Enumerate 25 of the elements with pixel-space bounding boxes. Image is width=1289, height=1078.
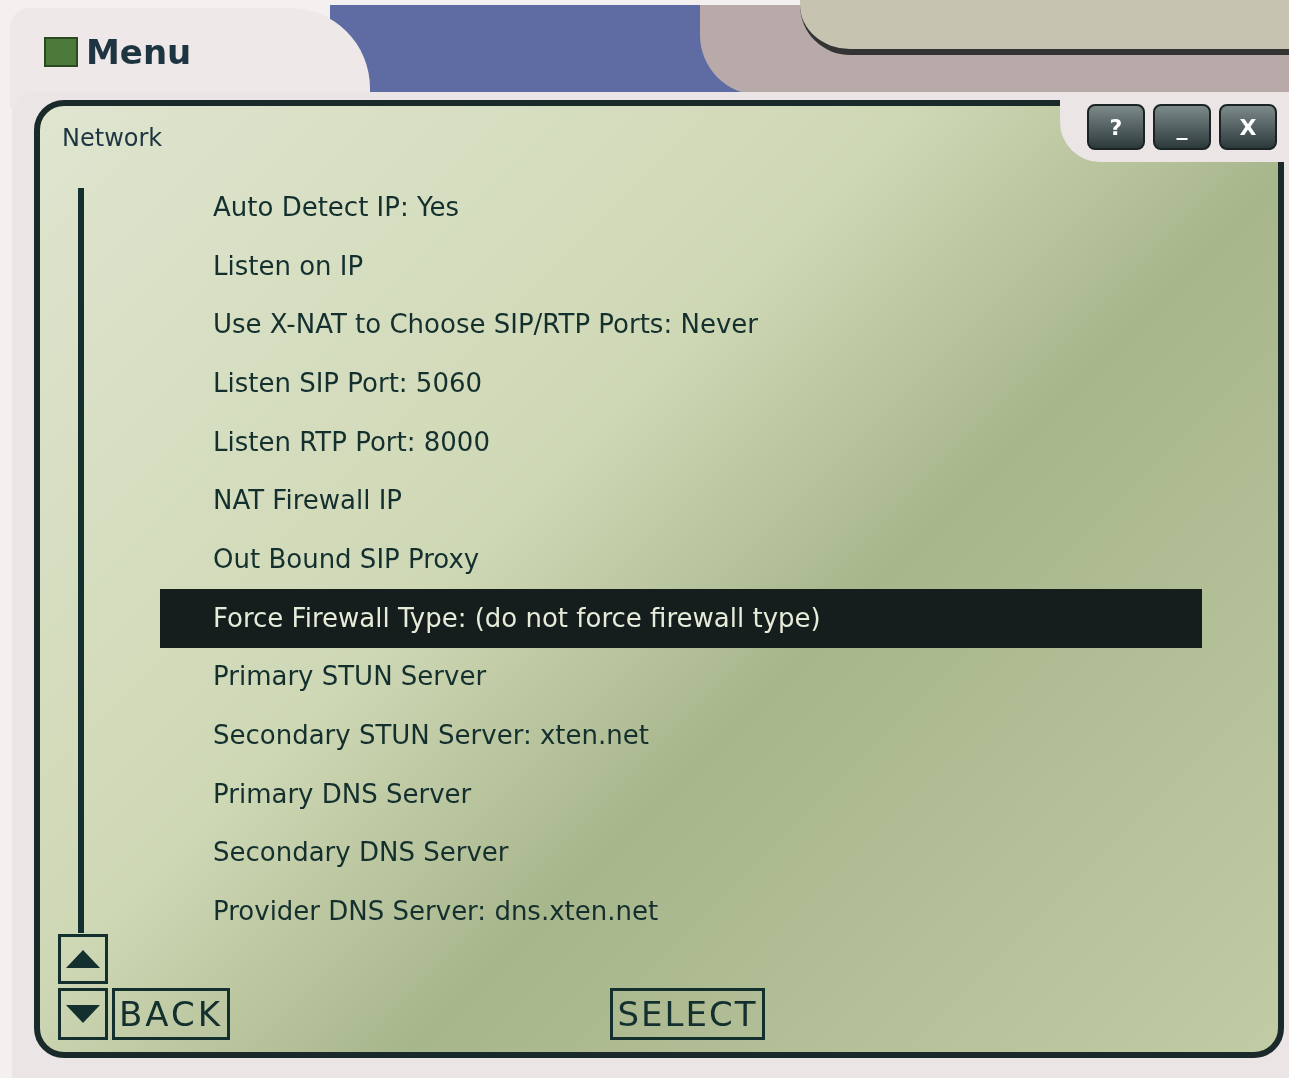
menu-item[interactable]: Listen RTP Port: 8000 (160, 412, 1202, 472)
menu-item[interactable]: Force Firewall Type: (do not force firewall type) (160, 588, 1202, 648)
down-arrow-icon (66, 1005, 100, 1023)
back-button[interactable]: BACK (112, 988, 230, 1040)
tab-title[interactable]: Menu (86, 26, 192, 78)
select-button[interactable]: SELECT (610, 988, 765, 1040)
menu-icon (44, 37, 78, 67)
menu-item[interactable]: Out Bound SIP Proxy (160, 530, 1202, 589)
menu-item[interactable]: Primary DNS Server (160, 764, 1202, 824)
menu-item[interactable]: NAT Firewall IP (160, 471, 1202, 531)
scroll-down-button[interactable] (58, 988, 108, 1040)
menu-item[interactable]: Primary STUN Server (160, 647, 1202, 707)
menu-item[interactable]: Secondary STUN Server: xten.net (160, 706, 1202, 765)
help-button[interactable]: ? (1087, 104, 1145, 150)
minimize-button[interactable]: _ (1153, 104, 1211, 150)
menu-item[interactable]: Listen SIP Port: 5060 (160, 354, 1202, 413)
menu-item[interactable]: Provider DNS Server: dns.xten.net (160, 882, 1202, 941)
menu-item[interactable]: Listen on IP (160, 236, 1202, 296)
scroll-up-button[interactable] (58, 934, 108, 984)
menu-item[interactable]: Auto Detect IP: Yes (160, 178, 1202, 237)
menu-item[interactable]: Use X-NAT to Choose SIP/RTP Ports: Never (160, 295, 1202, 355)
panel-title: Network (62, 123, 163, 154)
close-button[interactable]: X (1219, 104, 1277, 150)
up-arrow-icon (66, 950, 100, 968)
menu-item[interactable]: Secondary DNS Server (160, 823, 1202, 883)
